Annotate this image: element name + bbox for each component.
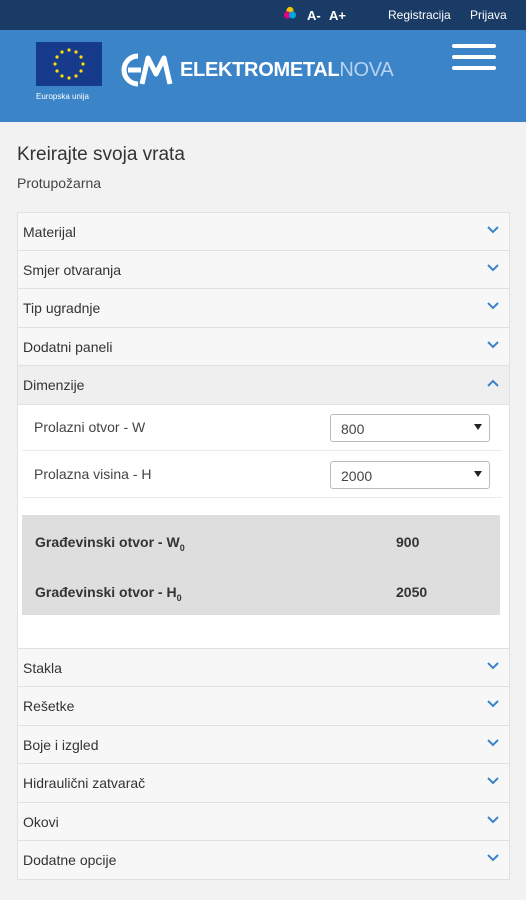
eu-label: Europska unija — [36, 92, 89, 101]
caret-down-icon — [474, 470, 482, 477]
accordion-item-stakla[interactable]: Stakla — [17, 648, 510, 687]
accordion-item-label: Dodatne opcije — [23, 852, 117, 868]
chevron-down-icon — [487, 226, 499, 234]
accordion-item-label: Hidraulični zatvarač — [23, 775, 146, 791]
chevron-down-icon — [487, 661, 499, 669]
caret-down-icon — [474, 423, 482, 430]
accordion-item-boje-i-izgled[interactable]: Boje i izgled — [17, 725, 510, 764]
construction-width-label: Građevinski otvor - W0 — [35, 533, 185, 553]
width-label: Prolazni otvor - W — [34, 418, 146, 435]
accordion-item-label: Okovi — [23, 813, 59, 830]
chevron-down-icon — [487, 263, 499, 271]
accordion-item-tip-ugradnje[interactable]: Tip ugradnje — [17, 289, 510, 328]
width-select[interactable]: 800 — [330, 413, 490, 442]
height-select-value: 2000 — [341, 467, 373, 484]
accordion-item-dodatne-opcije[interactable]: Dodatne opcije — [17, 841, 510, 880]
hamburger-menu-icon[interactable] — [452, 44, 496, 70]
height-select[interactable]: 2000 — [330, 460, 490, 489]
accordion-item-label: Materijal — [23, 224, 76, 240]
accordion-item-dimenzije[interactable]: Dimenzije — [17, 366, 510, 405]
top-utility-bar: A- A+ Registracija Prijava — [0, 0, 526, 30]
accordion-item-label: Boje i izgled — [23, 736, 99, 753]
field-row-width: Prolazni otvor - W 800 — [22, 405, 502, 451]
color-palette-icon[interactable] — [283, 6, 297, 20]
accordion-item-resetke[interactable]: Rešetke — [17, 687, 510, 726]
construction-width-value: 900 — [396, 533, 420, 550]
site-header: Europska unija ELEKTROMETAL NOVA — [0, 30, 526, 122]
chevron-down-icon — [487, 302, 499, 310]
brand-name: ELEKTROMETAL — [180, 58, 340, 81]
login-link[interactable]: Prijava — [470, 8, 507, 22]
font-decrease-button[interactable]: A- — [307, 8, 321, 23]
accordion-item-label: Tip ugradnje — [23, 300, 101, 316]
chevron-down-icon — [487, 738, 499, 746]
register-link[interactable]: Registracija — [388, 8, 451, 22]
brand-suffix: NOVA — [339, 58, 394, 81]
elektrometal-logo-icon — [121, 53, 173, 87]
page-title: Kreirajte svoja vrata — [17, 144, 185, 165]
chevron-down-icon — [487, 854, 499, 862]
height-label: Prolazna visina - H — [34, 465, 152, 482]
eu-flag-icon — [36, 42, 102, 86]
accordion-item-label: Dimenzije — [23, 377, 85, 393]
dimenzije-panel: Prolazni otvor - W 800 Prolazna visina -… — [17, 404, 510, 649]
page-subtitle: Protupožarna — [17, 175, 102, 191]
brand-logo[interactable]: ELEKTROMETAL NOVA — [118, 50, 394, 90]
calculated-dimensions: Građevinski otvor - W0 900 Građevinski o… — [22, 514, 500, 615]
calc-row-height: Građevinski otvor - H0 2050 — [35, 584, 495, 604]
font-increase-button[interactable]: A+ — [329, 8, 346, 23]
calc-row-width: Građevinski otvor - W0 900 — [35, 534, 495, 554]
chevron-up-icon — [487, 379, 499, 387]
width-select-value: 800 — [341, 420, 365, 437]
accordion-item-materijal[interactable]: Materijal — [17, 212, 510, 251]
chevron-down-icon — [487, 340, 499, 348]
accordion-item-dodatni-paneli[interactable]: Dodatni paneli — [17, 327, 510, 366]
construction-height-label: Građevinski otvor - H0 — [35, 583, 182, 603]
chevron-down-icon — [487, 777, 499, 785]
door-config-accordion: Materijal Smjer otvaranja Tip ugradnje D… — [17, 212, 510, 880]
accordion-item-hidraulicni-zatvarac[interactable]: Hidraulični zatvarač — [17, 764, 510, 803]
field-row-height: Prolazna visina - H 2000 — [22, 452, 502, 498]
accordion-item-label: Stakla — [23, 659, 62, 676]
accordion-item-smjer-otvaranja[interactable]: Smjer otvaranja — [17, 250, 510, 289]
accordion-item-label: Dodatni paneli — [23, 338, 113, 355]
chevron-down-icon — [487, 700, 499, 708]
accordion-item-label: Smjer otvaranja — [23, 261, 122, 278]
accordion-item-okovi[interactable]: Okovi — [17, 802, 510, 841]
accordion-item-label: Rešetke — [23, 698, 75, 714]
chevron-down-icon — [487, 815, 499, 823]
construction-height-value: 2050 — [396, 583, 428, 600]
